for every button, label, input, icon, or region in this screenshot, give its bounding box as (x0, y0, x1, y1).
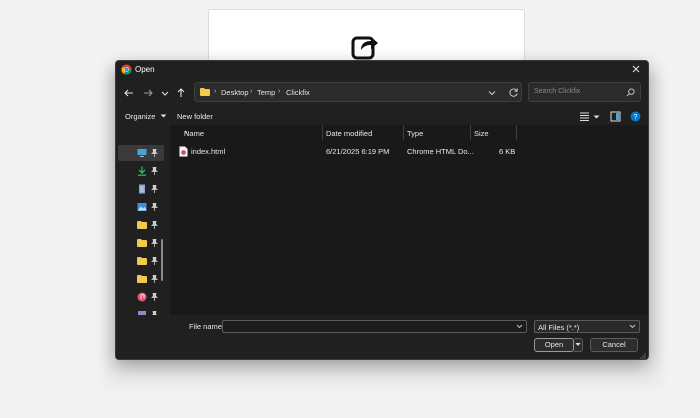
table-row[interactable]: index.html 6/21/2025 6:19 PM Chrome HTML… (170, 145, 648, 159)
sidebar-scrollbar[interactable] (161, 239, 163, 281)
help-icon[interactable]: ? (630, 111, 641, 122)
resize-grip-icon[interactable] (640, 353, 646, 359)
sidebar-item-pictures[interactable] (118, 199, 164, 215)
sidebar-item-folder-2[interactable] (118, 235, 164, 251)
column-size-label: Size (474, 129, 489, 138)
forward-arrow-icon[interactable] (141, 86, 155, 100)
column-date-label: Date modified (326, 129, 373, 138)
sidebar-item-folder-4[interactable] (118, 271, 164, 287)
pin-icon (151, 239, 158, 247)
breadcrumb-desktop[interactable]: Desktop (221, 88, 249, 97)
file-size: 6 KB (499, 147, 516, 156)
folder-icon (137, 221, 147, 229)
breadcrumb-separator: › (250, 88, 253, 95)
preview-pane-icon[interactable] (610, 111, 621, 122)
recent-locations-chevron-icon[interactable] (158, 86, 172, 100)
pictures-icon (137, 203, 147, 211)
back-arrow-icon[interactable] (122, 86, 136, 100)
chevron-down-icon[interactable] (593, 114, 600, 120)
dialog-footer: File name: All Files (*.*) Open Cancel (116, 315, 648, 359)
close-icon[interactable] (630, 63, 642, 75)
pin-icon (151, 185, 158, 193)
navigation-pane (116, 127, 166, 317)
folder-icon (137, 257, 147, 265)
desktop-icon (137, 149, 147, 157)
column-header-size[interactable]: Size (470, 125, 516, 141)
sort-ascending-icon: ^ (184, 129, 188, 138)
chrome-icon (121, 64, 132, 75)
pin-icon (151, 221, 158, 229)
organize-button[interactable]: Organize (125, 112, 167, 121)
open-options-button[interactable] (574, 338, 583, 352)
chevron-down-icon (575, 343, 581, 346)
address-bar[interactable]: › Desktop › Temp › Clickfix (194, 82, 522, 102)
window-title: Open (135, 65, 155, 74)
title-bar: Open (116, 61, 648, 79)
breadcrumb-separator: › (278, 88, 281, 95)
music-icon (137, 292, 147, 302)
sidebar-item-documents[interactable] (118, 181, 164, 197)
pin-icon (151, 167, 158, 175)
chevron-down-icon[interactable] (516, 323, 523, 330)
sidebar-item-downloads[interactable] (118, 163, 164, 179)
pin-icon (151, 275, 158, 283)
sidebar-item-music[interactable] (118, 289, 164, 305)
pin-icon (151, 149, 158, 157)
sidebar-item-desktop[interactable] (118, 145, 164, 161)
share-icon[interactable] (350, 31, 380, 61)
sidebar-item-folder-3[interactable] (118, 253, 164, 269)
view-list-icon[interactable] (579, 111, 590, 122)
breadcrumb-clickfix[interactable]: Clickfix (286, 88, 310, 97)
filetype-select[interactable]: All Files (*.*) (534, 320, 640, 333)
chevron-down-icon (160, 114, 167, 118)
pin-icon (151, 293, 158, 301)
sidebar-item-folder-1[interactable] (118, 217, 164, 233)
navigation-bar: › Desktop › Temp › Clickfix Search Click… (116, 81, 648, 105)
search-box[interactable]: Search Clickfix (528, 82, 641, 102)
file-list: Name ^ Date modified Type Size index.htm… (170, 125, 648, 315)
refresh-icon[interactable] (508, 87, 519, 98)
chevron-down-icon[interactable] (488, 89, 496, 97)
search-icon (626, 88, 635, 97)
breadcrumb-separator: › (214, 88, 217, 95)
column-type-label: Type (407, 129, 424, 138)
folder-icon (200, 88, 210, 96)
open-button[interactable]: Open (534, 338, 574, 352)
breadcrumb-temp[interactable]: Temp (257, 88, 275, 97)
document-icon (139, 184, 145, 194)
column-header-date[interactable]: Date modified (322, 125, 403, 141)
organize-label: Organize (125, 112, 156, 121)
file-date: 6/21/2025 6:19 PM (326, 147, 390, 156)
folder-icon (137, 239, 147, 247)
download-icon (138, 166, 146, 176)
svg-text:?: ? (634, 114, 638, 121)
file-name: index.html (191, 147, 226, 156)
column-divider[interactable] (516, 125, 517, 140)
column-header-name[interactable]: Name ^ (180, 125, 322, 141)
folder-icon (137, 275, 147, 283)
chrome-html-file-icon (179, 146, 188, 157)
new-folder-button[interactable]: New folder (177, 112, 213, 121)
chevron-down-icon (629, 324, 636, 329)
filename-label: File name: (189, 322, 225, 331)
filename-combobox[interactable] (222, 320, 527, 333)
column-header-type[interactable]: Type (403, 125, 470, 141)
filetype-value: All Files (*.*) (538, 323, 580, 332)
search-input[interactable]: Search Clickfix (534, 88, 580, 95)
pin-icon (151, 257, 158, 265)
command-bar: Organize New folder ? (116, 109, 648, 125)
open-file-dialog: Open › Desktop › Temp › Clickfix Search … (115, 60, 649, 360)
cancel-button[interactable]: Cancel (590, 338, 638, 352)
up-arrow-icon[interactable] (174, 86, 188, 100)
pin-icon (151, 203, 158, 211)
file-type: Chrome HTML Do... (407, 147, 474, 156)
